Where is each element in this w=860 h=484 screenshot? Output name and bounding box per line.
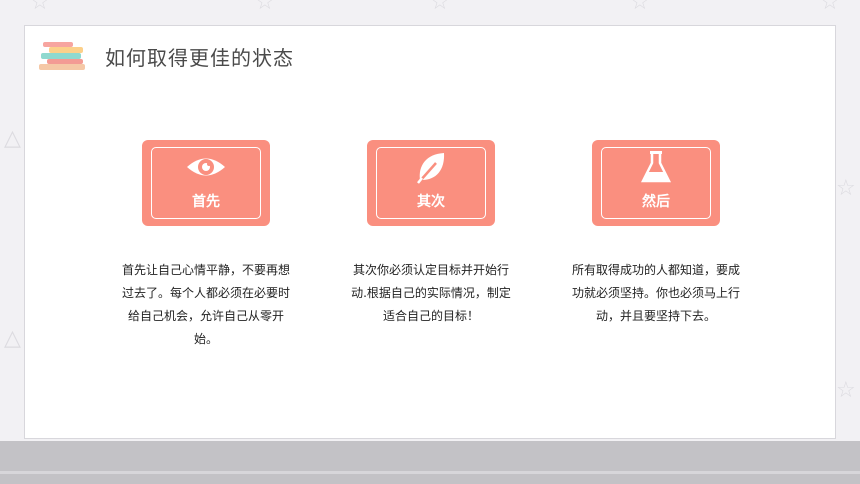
- card-label: 然后: [642, 194, 670, 210]
- background-star-decoration: ☆: [430, 0, 450, 15]
- background-star-decoration: ☆: [820, 0, 840, 15]
- card-description: 首先让自己心情平静，不要再想过去了。每个人都必须在必要时给自己机会，允许自己从零…: [121, 263, 290, 346]
- slide-title: 如何取得更佳的状态: [105, 46, 294, 70]
- books-icon: [39, 42, 85, 70]
- background-star-decoration: ☆: [630, 0, 650, 15]
- card-description: 所有取得成功的人都知道，要成功就必须坚持。你也必须马上行动，并且要坚持下去。: [571, 263, 740, 323]
- card-first: 首先: [142, 140, 270, 226]
- flask-icon: [640, 151, 672, 183]
- card-description: 其次你必须认定目标并开始行动.根据自己的实际情况，制定适合自己的目标！: [351, 263, 511, 323]
- footer-divider: [0, 471, 860, 474]
- card-label: 首先: [192, 194, 220, 210]
- background-star-decoration: ☆: [836, 176, 856, 201]
- leaf-icon: [417, 153, 445, 184]
- background-triangle-decoration: △: [4, 126, 21, 151]
- card-second: 其次: [367, 140, 495, 226]
- card-label: 其次: [417, 194, 445, 210]
- footer-bar: [0, 441, 860, 484]
- card-third: 然后: [592, 140, 720, 226]
- eye-icon: [187, 158, 225, 176]
- background-star-decoration: ☆: [255, 0, 275, 15]
- background-triangle-decoration: △: [4, 326, 21, 351]
- slide-panel: 如何取得更佳的状态 首先 其次 然后 首先让自己心情平静，不要再想过去了。每个人…: [24, 25, 836, 439]
- background-star-decoration: ☆: [30, 0, 50, 15]
- background-star-decoration: ☆: [836, 378, 856, 403]
